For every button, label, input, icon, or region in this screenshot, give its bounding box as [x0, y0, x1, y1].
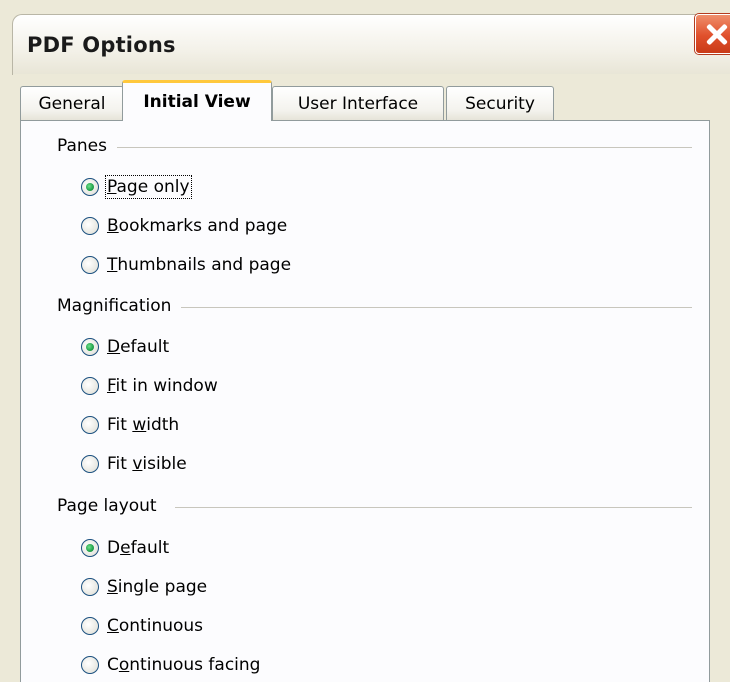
initial-view-panel: Panes Page only Bookmarks and page Thumb…: [20, 120, 710, 682]
tab-security[interactable]: Security: [446, 86, 554, 120]
radio-fit-width[interactable]: Fit width: [81, 412, 179, 438]
radio-button[interactable]: [81, 617, 99, 635]
panes-group-label: Panes: [57, 136, 115, 156]
radio-label: Fit visible: [107, 454, 187, 474]
radio-button[interactable]: [81, 217, 99, 235]
radio-thumbnails-and-page[interactable]: Thumbnails and page: [81, 252, 291, 278]
title-bar[interactable]: PDF Options: [12, 14, 730, 75]
close-icon[interactable]: [695, 14, 730, 54]
radio-label: Default: [107, 538, 170, 558]
radio-label: Continuous facing: [107, 655, 261, 675]
tab-general[interactable]: General: [20, 86, 124, 120]
radio-fit-visible[interactable]: Fit visible: [81, 451, 187, 477]
radio-page-layout-default[interactable]: Default: [81, 535, 169, 561]
panes-divider: [117, 147, 692, 148]
tab-initial-view[interactable]: Initial View: [122, 80, 272, 121]
radio-label: Thumbnails and page: [107, 255, 292, 275]
pdf-options-dialog: PDF Options General Initial View User In…: [0, 0, 730, 682]
radio-fit-in-window[interactable]: Fit in window: [81, 373, 218, 399]
radio-button[interactable]: [81, 178, 99, 196]
radio-button[interactable]: [81, 256, 99, 274]
page-layout-group-label: Page layout: [57, 496, 165, 516]
radio-continuous-facing[interactable]: Continuous facing: [81, 652, 260, 678]
radio-button[interactable]: [81, 539, 99, 557]
radio-button[interactable]: [81, 377, 99, 395]
radio-button[interactable]: [81, 578, 99, 596]
radio-label: Continuous: [107, 616, 204, 636]
radio-page-only[interactable]: Page only: [81, 174, 192, 200]
magnification-divider: [181, 307, 692, 308]
radio-label: Bookmarks and page: [107, 216, 288, 236]
radio-single-page[interactable]: Single page: [81, 574, 207, 600]
radio-label: Page only: [105, 175, 192, 199]
radio-label: Fit width: [107, 415, 180, 435]
radio-button[interactable]: [81, 455, 99, 473]
radio-label: Default: [107, 337, 170, 357]
radio-bookmarks-and-page[interactable]: Bookmarks and page: [81, 213, 287, 239]
radio-button[interactable]: [81, 656, 99, 674]
magnification-group-label: Magnification: [57, 296, 180, 316]
radio-magnification-default[interactable]: Default: [81, 334, 169, 360]
radio-label: Single page: [107, 577, 208, 597]
radio-button[interactable]: [81, 416, 99, 434]
window-title: PDF Options: [27, 33, 176, 57]
tab-user-interface[interactable]: User Interface: [272, 86, 444, 120]
radio-continuous[interactable]: Continuous: [81, 613, 203, 639]
radio-button[interactable]: [81, 338, 99, 356]
page-layout-divider: [175, 507, 692, 508]
radio-label: Fit in window: [107, 376, 218, 396]
